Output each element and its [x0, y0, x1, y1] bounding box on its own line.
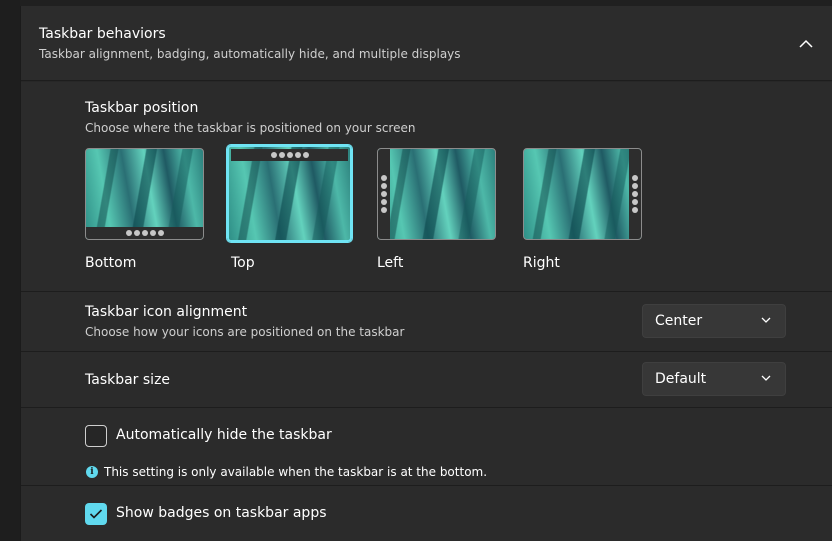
position-label-bottom: Bottom: [85, 255, 137, 271]
icon-alignment-section: Taskbar icon alignment Choose how your i…: [21, 292, 832, 352]
taskbar-behaviors-header[interactable]: Taskbar behaviors Taskbar alignment, bad…: [21, 6, 832, 81]
taskbar-size-dropdown[interactable]: Default: [642, 362, 786, 396]
taskbar-size-title: Taskbar size: [85, 372, 171, 388]
header-subtitle: Taskbar alignment, badging, automaticall…: [39, 47, 461, 61]
taskbar-behaviors-panel: Taskbar behaviors Taskbar alignment, bad…: [20, 6, 832, 541]
position-label-left: Left: [377, 255, 404, 271]
taskbar-position-title: Taskbar position: [85, 100, 199, 116]
position-option-left[interactable]: [377, 148, 496, 240]
autohide-section: Automatically hide the taskbar i This se…: [21, 408, 832, 486]
autohide-info-text: This setting is only available when the …: [104, 465, 488, 479]
taskbar-preview-bottom: [86, 227, 203, 239]
taskbar-position-subtitle: Choose where the taskbar is positioned o…: [85, 121, 416, 135]
icon-alignment-title: Taskbar icon alignment: [85, 304, 248, 320]
info-icon: i: [86, 466, 98, 478]
badges-section: Show badges on taskbar apps: [21, 486, 832, 541]
chevron-up-icon: [799, 39, 813, 48]
chevron-down-icon: [761, 375, 771, 381]
position-label-top: Top: [231, 255, 255, 271]
autohide-checkbox[interactable]: [85, 425, 107, 447]
wallpaper-preview: [524, 149, 641, 239]
settings-page: Taskbar behaviors Taskbar alignment, bad…: [0, 0, 832, 541]
taskbar-size-section: Taskbar size Default: [21, 352, 832, 408]
chevron-down-icon: [761, 317, 771, 323]
taskbar-preview-right: [629, 149, 641, 239]
icon-alignment-subtitle: Choose how your icons are positioned on …: [85, 325, 405, 339]
autohide-label[interactable]: Automatically hide the taskbar: [116, 427, 332, 443]
position-label-right: Right: [523, 255, 560, 271]
icon-alignment-dropdown[interactable]: Center: [642, 304, 786, 338]
collapse-button[interactable]: [793, 30, 819, 56]
taskbar-preview-top: [231, 149, 348, 161]
position-option-top[interactable]: [227, 145, 352, 242]
taskbar-position-section: Taskbar position Choose where the taskba…: [21, 82, 832, 292]
header-title: Taskbar behaviors: [39, 26, 166, 42]
wallpaper-preview: [231, 149, 348, 238]
taskbar-size-value: Default: [655, 371, 707, 387]
wallpaper-preview: [378, 149, 495, 239]
left-gutter: [0, 0, 20, 541]
badges-checkbox[interactable]: [85, 503, 107, 525]
checkmark-icon: [89, 509, 103, 519]
position-option-right[interactable]: [523, 148, 642, 240]
icon-alignment-value: Center: [655, 313, 703, 329]
wallpaper-preview: [86, 149, 203, 239]
badges-label[interactable]: Show badges on taskbar apps: [116, 505, 327, 521]
position-option-bottom[interactable]: [85, 148, 204, 240]
taskbar-preview-left: [378, 149, 390, 239]
